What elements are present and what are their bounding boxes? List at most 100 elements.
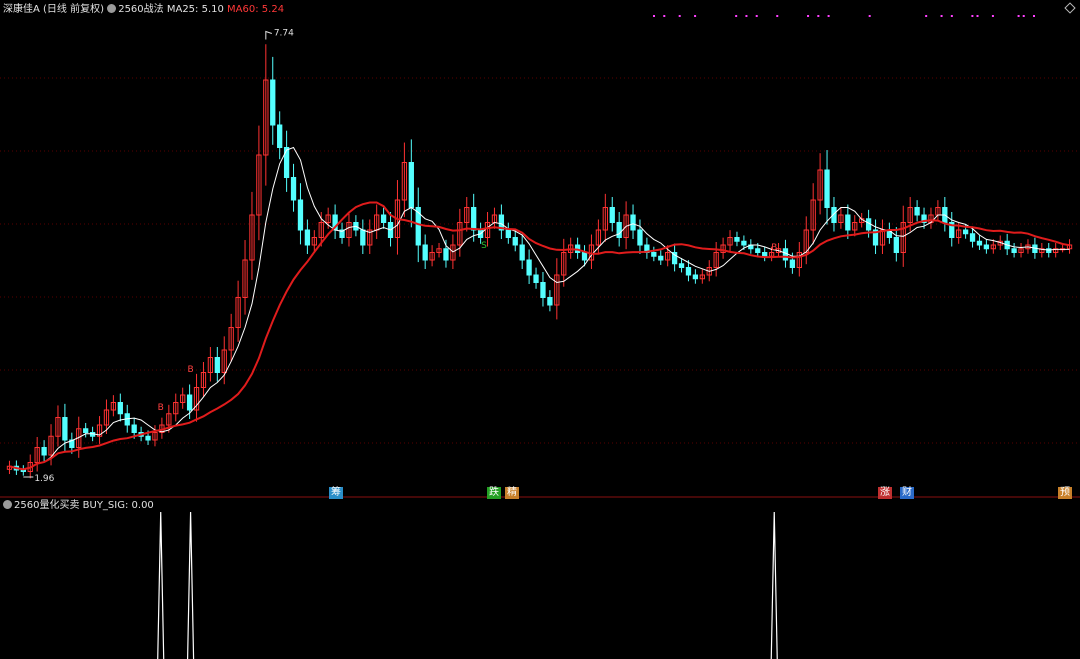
candlestick[interactable]	[540, 272, 546, 307]
candlestick[interactable]	[408, 139, 414, 228]
candlestick[interactable]	[304, 219, 311, 255]
candlestick[interactable]	[297, 183, 304, 245]
candlestick[interactable]	[207, 347, 214, 382]
candlestick[interactable]	[748, 239, 754, 254]
candlestick[interactable]	[505, 222, 511, 244]
candlestick[interactable]	[983, 239, 990, 254]
candlestick[interactable]	[588, 234, 595, 270]
candlestick[interactable]	[339, 222, 345, 244]
candlestick[interactable]	[311, 230, 317, 252]
candlestick[interactable]	[401, 142, 408, 218]
candlestick[interactable]	[949, 212, 955, 247]
candlestick[interactable]	[374, 204, 380, 240]
candlestick[interactable]	[436, 242, 442, 258]
candlestick[interactable]	[512, 230, 518, 252]
candlestick[interactable]	[699, 269, 705, 284]
candlestick[interactable]	[34, 437, 40, 472]
candlestick[interactable]	[692, 269, 699, 284]
candlestick[interactable]	[360, 219, 366, 255]
candlestick[interactable]	[96, 416, 103, 444]
candlestick[interactable]	[1066, 239, 1073, 254]
candlestick[interactable]	[845, 204, 851, 240]
candlestick[interactable]	[796, 242, 802, 277]
candlestick[interactable]	[1053, 242, 1059, 258]
candlestick[interactable]	[180, 387, 186, 409]
candlestick[interactable]	[574, 237, 581, 259]
candlestick[interactable]	[637, 219, 643, 255]
candlestick[interactable]	[471, 193, 477, 242]
candlestick[interactable]	[193, 373, 200, 422]
candlestick[interactable]	[886, 222, 893, 244]
candlestick[interactable]	[872, 219, 879, 255]
candlestick[interactable]	[491, 207, 498, 229]
candlestick[interactable]	[879, 219, 886, 255]
candlestick[interactable]	[263, 44, 269, 186]
candlestick[interactable]	[83, 422, 89, 438]
indicator-name[interactable]: 2560战法	[118, 4, 163, 15]
candlestick[interactable]	[928, 207, 934, 229]
candlestick[interactable]	[173, 393, 179, 422]
candlestick[interactable]	[41, 440, 47, 462]
candlestick[interactable]	[367, 219, 373, 255]
candlestick[interactable]	[935, 200, 941, 222]
candlestick[interactable]	[249, 191, 255, 280]
candlestick[interactable]	[1039, 242, 1045, 258]
indicator-settings-icon[interactable]	[107, 4, 117, 13]
candlestick[interactable]	[713, 242, 719, 277]
candlestick[interactable]	[290, 163, 297, 212]
candlestick[interactable]	[658, 250, 664, 265]
candlestick[interactable]	[20, 465, 26, 476]
candlestick[interactable]	[727, 230, 733, 252]
candlestick[interactable]	[55, 405, 61, 447]
candlestick[interactable]	[824, 150, 830, 225]
candlestick[interactable]	[283, 130, 290, 192]
candlestick[interactable]	[644, 237, 650, 259]
candlestick[interactable]	[214, 347, 220, 382]
event-tag[interactable]: 精	[505, 487, 519, 499]
stock-name[interactable]: 深康佳A	[3, 4, 40, 15]
candlestick[interactable]	[519, 234, 525, 270]
candlestick[interactable]	[616, 212, 622, 247]
candlestick[interactable]	[270, 56, 276, 145]
buy-signal-chart[interactable]	[0, 498, 1080, 659]
candlestick[interactable]	[942, 197, 948, 232]
candlestick[interactable]	[422, 234, 428, 270]
candlestick[interactable]	[734, 231, 740, 247]
candlestick[interactable]	[443, 239, 449, 268]
candlestick[interactable]	[159, 417, 165, 439]
candlestick[interactable]	[810, 183, 816, 245]
sub-indicator-settings-icon[interactable]	[3, 500, 12, 509]
candlestick[interactable]	[332, 204, 338, 240]
price-chart[interactable]: 7.74 1.96 B B B S	[0, 0, 1080, 498]
candlestick[interactable]	[242, 240, 248, 315]
candlestick[interactable]	[609, 197, 615, 232]
event-tag[interactable]: 预	[1058, 487, 1072, 499]
candlestick[interactable]	[630, 204, 636, 240]
candlestick[interactable]	[651, 246, 657, 262]
candlestick[interactable]	[464, 197, 470, 232]
candlestick[interactable]	[429, 245, 435, 267]
period-label[interactable]: (日线 前复权)	[43, 4, 104, 15]
candlestick[interactable]	[110, 395, 117, 417]
candlestick[interactable]	[1059, 244, 1066, 253]
candlestick[interactable]	[561, 238, 567, 287]
candlestick[interactable]	[457, 208, 463, 257]
candlestick[interactable]	[235, 280, 241, 342]
candlestick[interactable]	[762, 246, 768, 262]
candlestick[interactable]	[602, 193, 608, 242]
event-tag[interactable]: 涨	[878, 487, 892, 499]
candlestick[interactable]	[200, 362, 207, 397]
event-tag[interactable]: 筹	[329, 487, 343, 499]
candlestick[interactable]	[533, 267, 539, 289]
candlestick[interactable]	[117, 393, 123, 422]
candlestick[interactable]	[256, 125, 262, 241]
candlestick[interactable]	[720, 237, 726, 259]
candlestick[interactable]	[914, 200, 920, 222]
candlestick[interactable]	[817, 153, 823, 215]
sub-indicator-name[interactable]: 2560量化买卖	[14, 500, 79, 511]
candlestick[interactable]	[380, 207, 387, 229]
candlestick[interactable]	[838, 207, 844, 229]
candlestick[interactable]	[678, 257, 685, 273]
candlestick[interactable]	[228, 313, 234, 362]
candlestick[interactable]	[671, 243, 678, 272]
